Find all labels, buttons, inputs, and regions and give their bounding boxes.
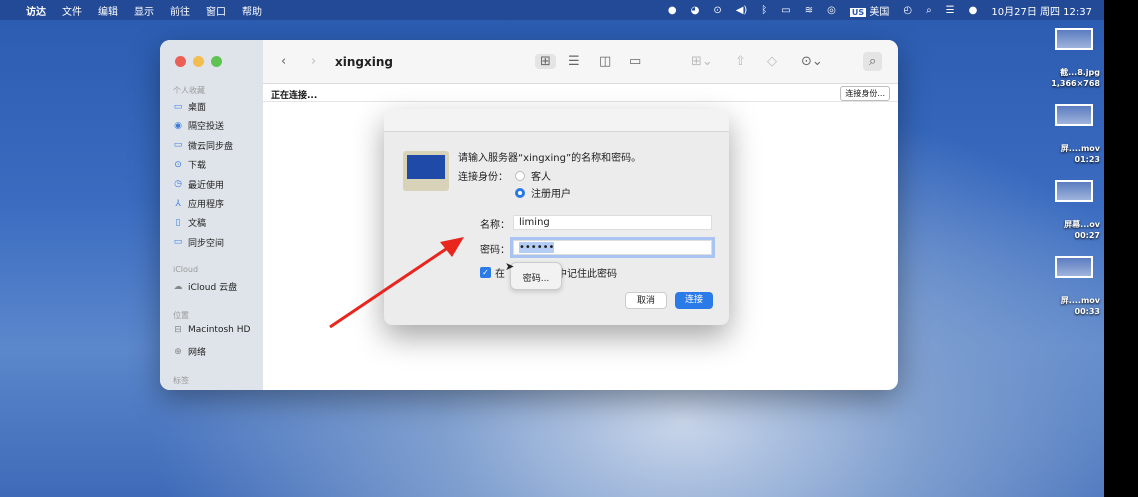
red-arrow-annotation	[329, 237, 464, 329]
desktop-file-thumbnail[interactable]	[1055, 104, 1093, 126]
desktop-file-label[interactable]: 屏....mov 00:33	[1040, 295, 1104, 317]
desktop-file-thumbnail[interactable]	[1055, 180, 1093, 202]
black-border	[1104, 0, 1138, 497]
desktop-file-label[interactable]: 屏幕...ov 00:27	[1040, 219, 1104, 241]
desktop-file-label[interactable]: 截...8.jpg 1,366×768	[1040, 67, 1104, 89]
desktop-file-thumbnail[interactable]	[1055, 28, 1093, 50]
desktop-file-thumbnail[interactable]	[1055, 256, 1093, 278]
desktop-file-label[interactable]: 屏....mov 01:23	[1040, 143, 1104, 165]
